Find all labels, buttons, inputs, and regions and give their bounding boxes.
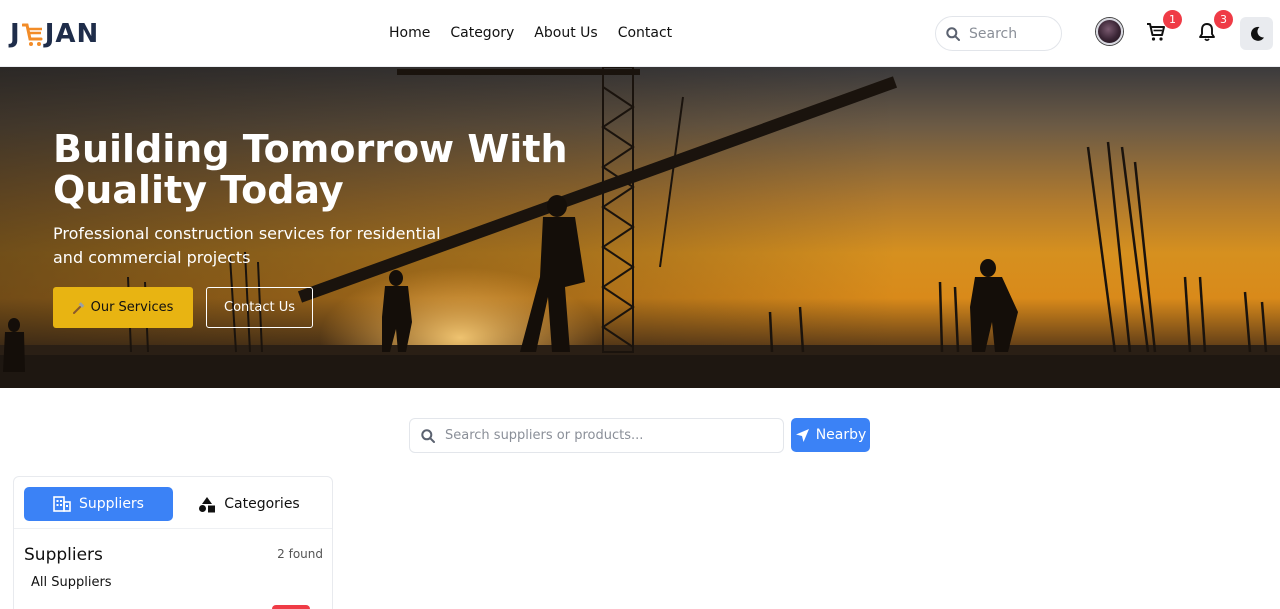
notification-count-badge: 3 xyxy=(1214,10,1233,29)
contact-us-button[interactable]: Contact Us xyxy=(206,287,313,328)
nearby-label: Nearby xyxy=(815,427,867,443)
cart-button[interactable]: 1 xyxy=(1144,10,1182,44)
tab-suppliers[interactable]: Suppliers xyxy=(24,487,173,521)
moon-icon xyxy=(1250,26,1264,41)
building-icon xyxy=(53,496,71,512)
supplier-search-input[interactable] xyxy=(445,428,765,443)
filter-panel: Suppliers Categories Suppliers 2 found A… xyxy=(13,476,333,609)
notifications-button[interactable]: 3 xyxy=(1195,10,1233,44)
hammer-icon xyxy=(72,301,84,314)
status-badge xyxy=(272,605,310,609)
avatar[interactable] xyxy=(1096,18,1123,45)
cart-icon xyxy=(1147,23,1165,41)
search-icon xyxy=(946,26,960,41)
hero-title: Building Tomorrow With Quality Today xyxy=(53,129,573,211)
nav-contact[interactable]: Contact xyxy=(618,25,672,41)
cart-count-badge: 1 xyxy=(1163,10,1182,29)
tab-categories[interactable]: Categories xyxy=(194,487,304,521)
theme-toggle-button[interactable] xyxy=(1240,17,1273,50)
nav-home[interactable]: Home xyxy=(389,25,430,41)
tab-categories-label: Categories xyxy=(224,496,300,512)
panel-title: Suppliers xyxy=(24,545,103,565)
location-arrow-icon xyxy=(795,428,809,442)
tab-suppliers-label: Suppliers xyxy=(79,496,144,512)
cart-logo-icon xyxy=(21,23,43,46)
header-search-input[interactable] xyxy=(969,25,1049,42)
nav-category[interactable]: Category xyxy=(450,25,514,41)
search-icon xyxy=(421,428,435,443)
nearby-button[interactable]: Nearby xyxy=(791,418,870,452)
top-navbar: J JAN Home Category About Us Contact 1 xyxy=(0,0,1280,67)
shapes-icon xyxy=(199,496,216,512)
hero-title-line2: Quality Today xyxy=(53,168,344,212)
hero-banner: Building Tomorrow With Quality Today Pro… xyxy=(0,67,1280,388)
hero-subtitle: Professional construction services for r… xyxy=(53,224,441,267)
supplier-search xyxy=(409,418,784,453)
main-nav: Home Category About Us Contact xyxy=(389,25,672,41)
bell-icon xyxy=(1199,23,1215,42)
our-services-button[interactable]: Our Services xyxy=(53,287,193,328)
brand-logo[interactable]: J JAN xyxy=(10,18,99,50)
nav-about-us[interactable]: About Us xyxy=(534,25,597,41)
header-search xyxy=(935,16,1062,51)
hero-title-line1: Building Tomorrow With xyxy=(53,127,568,171)
our-services-label: Our Services xyxy=(90,300,174,315)
results-count: 2 found xyxy=(277,547,323,561)
all-suppliers-filter[interactable]: All Suppliers xyxy=(31,575,112,590)
divider xyxy=(14,528,332,529)
